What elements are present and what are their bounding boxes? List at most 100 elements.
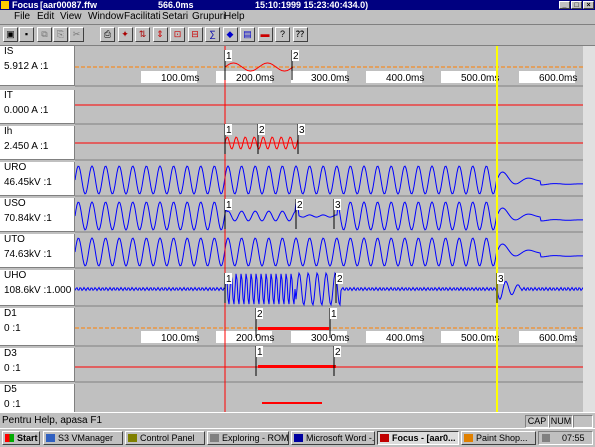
app-icon[interactable]	[1, 1, 9, 9]
uho-trace	[74, 271, 584, 307]
close-button[interactable]: ×	[583, 1, 594, 9]
monitor-icon	[46, 434, 55, 442]
menu-window[interactable]: Window	[88, 11, 124, 22]
marker-label: 3	[299, 125, 305, 136]
uto-trace	[74, 237, 583, 267]
channel-label-d1[interactable]: D1 0 :1	[0, 308, 75, 346]
clock[interactable]: 07:55	[562, 432, 585, 444]
menu-setari[interactable]: Setari	[162, 11, 188, 22]
ruler-icon[interactable]: ⊟	[187, 27, 203, 42]
task-exploring[interactable]: Exploring - ROM...	[207, 431, 289, 445]
time-axis-label: 100.0ms	[161, 73, 199, 84]
time-axis-label: 600.0ms	[539, 73, 577, 84]
channel-value: 108.6kV :1.000	[4, 285, 72, 296]
cursor-icon[interactable]: ✦	[117, 27, 133, 42]
marker-label: 1	[226, 274, 232, 285]
channel-name: Ih	[4, 126, 13, 137]
uso-trace	[74, 200, 583, 231]
menu-edit[interactable]: Edit	[37, 11, 54, 22]
channel-name: D1	[4, 308, 17, 319]
task-paint-shop[interactable]: Paint Shop...	[461, 431, 536, 445]
channel-value: 2.450 A :1	[4, 141, 49, 152]
channel-value: 46.45kV :1	[4, 177, 52, 188]
d3-active-bar	[258, 365, 336, 368]
channel-label-it[interactable]: IT 0.000 A :1	[0, 90, 75, 124]
time-axis-label: 600.0ms	[539, 333, 577, 344]
channel-name: IS	[4, 46, 14, 57]
marker-label: 2	[337, 274, 343, 285]
toolbar: ▣ ▪ ⧉ ⎘ ✂ ⎙ ✦ ⇅ ⇕ ⊡ ⊟ ∑ ◆ ▤ ▬? ⁇	[0, 25, 595, 46]
paint-icon	[464, 434, 473, 442]
maximize-button[interactable]: □	[571, 1, 582, 9]
duration-label: 566.0ms	[158, 0, 194, 10]
print-icon[interactable]: ⎙	[100, 27, 115, 42]
explorer-icon	[210, 434, 219, 442]
minimize-button[interactable]: _	[559, 1, 570, 9]
paste-icon[interactable]: ⎘	[53, 27, 68, 42]
marker-label: 2	[257, 309, 263, 320]
marker-icon[interactable]: ⇅	[135, 27, 150, 42]
zoom-icon[interactable]: ⇕	[152, 27, 168, 42]
num-indicator: NUM	[549, 415, 573, 428]
menu-bar: File Edit View Window Facilitati Setari …	[0, 10, 595, 25]
time-axis-label: 500.0ms	[461, 73, 499, 84]
title-bar: Focus [aar00087.ffw 566.0ms 15:10:1999 1…	[0, 0, 595, 10]
system-tray: 07:55	[538, 431, 593, 445]
channel-label-uro[interactable]: URO 46.45kV :1	[0, 162, 75, 196]
channel-label-is[interactable]: IS 5.912 A :1	[0, 46, 75, 86]
time-axis-label: 100.0ms	[161, 333, 199, 344]
channel-name: IT	[4, 90, 13, 101]
menu-facilitati[interactable]: Facilitati	[124, 11, 161, 22]
context-help-icon[interactable]: ⁇	[292, 27, 308, 42]
menu-help[interactable]: Help	[224, 11, 245, 22]
channel-label-uso[interactable]: USO 70.84kV :1	[0, 198, 75, 232]
fft-icon[interactable]: ▤	[240, 27, 255, 42]
marker-label: 1	[226, 125, 232, 136]
channel-name: USO	[4, 198, 26, 209]
uro-trace	[74, 165, 583, 195]
marker-label: 3	[335, 200, 341, 211]
channel-label-d5[interactable]: D5 0 :1	[0, 384, 75, 412]
menu-grupuri[interactable]: Grupuri	[192, 11, 225, 22]
vertical-scrollbar[interactable]	[583, 46, 595, 412]
task-focus[interactable]: Focus - [aar0...	[377, 431, 459, 445]
marker-label: 2	[335, 347, 341, 358]
time-axis-label: 200.0ms	[236, 73, 274, 84]
marker-label: 3	[498, 274, 504, 285]
scrl-indicator	[573, 415, 593, 428]
open-icon[interactable]: ▣	[3, 27, 18, 42]
speaker-icon[interactable]	[542, 434, 550, 442]
time-axis-label: 300.0ms	[311, 73, 349, 84]
display-icon[interactable]: ▬	[257, 27, 273, 42]
marker-label: 2	[259, 125, 265, 136]
taskbar: Start S3 VManager Control Panel Explorin…	[0, 428, 595, 447]
save-icon[interactable]: ▪	[19, 27, 34, 42]
channel-value: 0 :1	[4, 363, 21, 374]
menu-view[interactable]: View	[60, 11, 82, 22]
channel-label-uto[interactable]: UTO 74.63kV :1	[0, 234, 75, 268]
channel-label-uho[interactable]: UHO 108.6kV :1.000	[0, 270, 75, 306]
task-microsoft-word[interactable]: Microsoft Word -...	[291, 431, 375, 445]
d5-active-bar	[262, 402, 322, 404]
file-name: [aar00087.ffw	[40, 0, 98, 10]
calc-icon[interactable]: ⊡	[170, 27, 185, 42]
vector-icon[interactable]: ◆	[222, 27, 238, 42]
task-control-panel[interactable]: Control Panel	[125, 431, 205, 445]
marker-label: 1	[226, 51, 232, 62]
task-s3vmanager[interactable]: S3 VManager	[43, 431, 123, 445]
status-bar: Pentru Help, apasa F1 CAP NUM	[0, 412, 595, 428]
marker-label: 2	[293, 51, 299, 62]
cut-icon[interactable]: ✂	[69, 27, 84, 42]
copy-icon[interactable]: ⧉	[37, 27, 52, 42]
channel-value: 0 :1	[4, 323, 21, 334]
marker-label: 1	[257, 347, 263, 358]
channel-label-ih[interactable]: Ih 2.450 A :1	[0, 126, 75, 160]
menu-file[interactable]: File	[14, 11, 30, 22]
math-icon[interactable]: ∑	[205, 27, 220, 42]
help-icon[interactable]: ?	[275, 27, 290, 42]
channel-value: 0 :1	[4, 399, 21, 410]
channel-name: UHO	[4, 270, 27, 281]
start-button[interactable]: Start	[2, 431, 40, 445]
channel-label-d3[interactable]: D3 0 :1	[0, 348, 75, 382]
waveform-canvas[interactable]: 100.0ms 200.0ms 300.0ms 400.0ms 500.0ms 600.0…	[0, 46, 595, 412]
